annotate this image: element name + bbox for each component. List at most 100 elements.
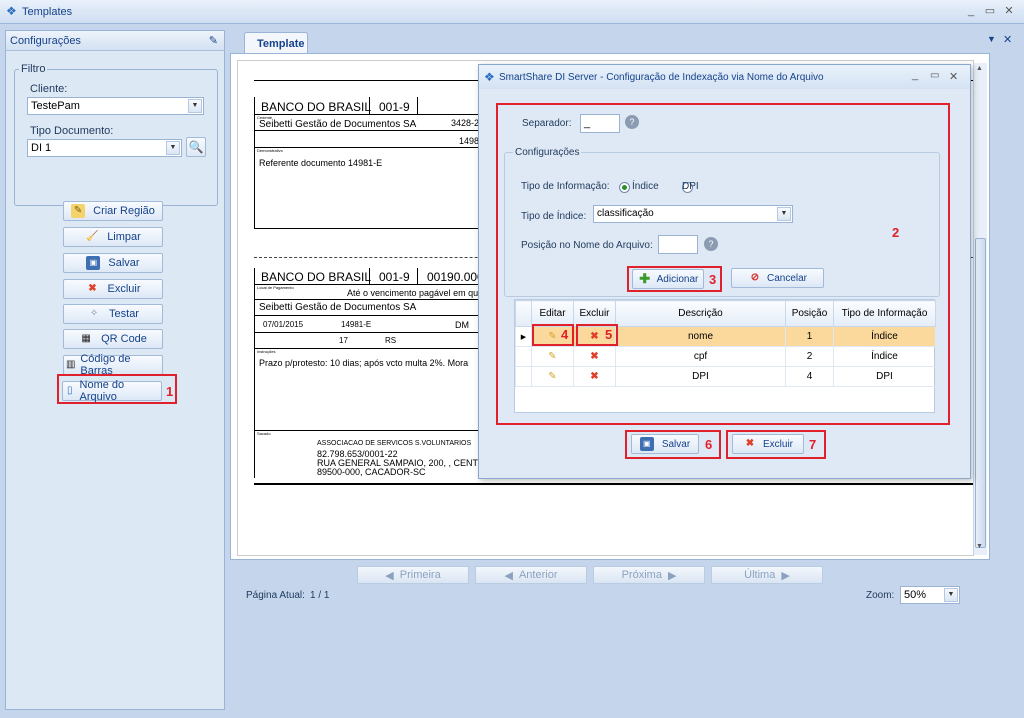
qr-code-button[interactable]: ▦ QR Code	[63, 329, 163, 349]
barcode-button[interactable]: ▥ Código de Barras	[63, 353, 163, 377]
client-select[interactable]: TestePam ▼	[27, 97, 204, 115]
index-type-select[interactable]: classificação ▼	[593, 205, 793, 223]
index-type-value: classificação	[597, 208, 654, 219]
delete-row-button[interactable]: ✖	[573, 346, 616, 367]
magic-wand-icon: ✧	[89, 308, 99, 319]
config-panel-title: Configurações	[10, 35, 81, 47]
row-selector	[515, 366, 532, 387]
dialog-maximize-button[interactable]: ▭	[930, 70, 939, 81]
separator-help-icon[interactable]: ?	[625, 115, 639, 129]
save-label: Salvar	[108, 257, 140, 269]
cancel-button[interactable]: ⊘ Cancelar	[731, 268, 824, 288]
tabs-menu-icon[interactable]: ▼	[987, 34, 996, 44]
doctype-select[interactable]: DI 1 ▼	[27, 139, 182, 157]
grid-header-delete[interactable]: Excluir	[573, 300, 616, 327]
scroll-down-icon[interactable]: ▼	[976, 543, 983, 550]
grid-header-position[interactable]: Posição	[785, 300, 834, 327]
clear-button[interactable]: 🧹 Limpar	[63, 227, 163, 247]
callout-7: 7	[809, 437, 817, 452]
close-tab-icon[interactable]: ✕	[1003, 33, 1012, 46]
filename-label: Nome do Arquivo	[79, 379, 125, 403]
row-selector	[515, 346, 532, 367]
table-row[interactable]: ✎ ✖ DPI 4 DPI	[515, 366, 936, 387]
radio-index[interactable]	[619, 181, 630, 193]
dialog-delete-label: Excluir	[762, 438, 793, 450]
instructions-label: Instruções	[257, 349, 276, 354]
separator-input[interactable]: _	[580, 114, 620, 133]
row-position: 1	[785, 326, 834, 347]
dialog-save-button[interactable]: ▣ Salvar	[631, 434, 699, 454]
radio-dpi-label: DPI	[682, 181, 699, 192]
position-label: Posição no Nome do Arquivo:	[521, 240, 653, 251]
test-button[interactable]: ✧ Testar	[63, 304, 163, 324]
close-button[interactable]: ✕	[1002, 4, 1016, 18]
dialog-delete-button[interactable]: ✖ Excluir	[732, 434, 804, 454]
next-page-button[interactable]: Próxima ▶	[593, 566, 705, 584]
scrollbar-thumb[interactable]	[975, 238, 986, 548]
plus-icon: ✚	[639, 271, 651, 286]
minimize-button[interactable]: _	[964, 4, 978, 18]
add-button[interactable]: ✚ Adicionar	[632, 269, 704, 289]
row-selector-icon: ▶	[515, 326, 532, 347]
position-help-icon[interactable]: ?	[704, 237, 718, 251]
description-label: Demonstrativo	[257, 148, 283, 153]
callout-4: 4	[561, 327, 569, 342]
delete-x-icon: ✖	[745, 438, 755, 449]
client-select-value: TestePam	[31, 100, 80, 112]
edit-row-button[interactable]: ✎	[531, 366, 574, 387]
document-icon: ▯	[67, 385, 73, 396]
search-icon: 🔍	[188, 140, 204, 154]
delete-label: Excluir	[107, 283, 141, 295]
search-doctype-button[interactable]: 🔍	[186, 137, 206, 157]
row-position: 2	[785, 346, 834, 367]
first-page-button[interactable]: ◀ Primeira	[357, 566, 469, 584]
boleto-2-rule-2	[255, 299, 485, 300]
zoom-select[interactable]: 50% ▼	[900, 586, 960, 604]
zoom-select-value: 50%	[904, 589, 927, 601]
callout-3: 3	[709, 272, 717, 287]
save-button[interactable]: ▣ Salvar	[63, 253, 163, 273]
vertical-scrollbar[interactable]: ▲ ▼	[973, 63, 987, 555]
grid-header-edit[interactable]: Editar	[531, 300, 574, 327]
window-title: Templates	[22, 6, 73, 18]
grid-header-description[interactable]: Descrição	[615, 300, 786, 327]
last-page-button[interactable]: Última ▶	[711, 566, 823, 584]
previous-page-button[interactable]: ◀ Anterior	[475, 566, 587, 584]
chevron-down-icon[interactable]: ▼	[188, 99, 202, 113]
test-label: Testar	[109, 308, 139, 320]
position-input[interactable]	[658, 235, 698, 254]
dialog-titlebar: ❖ SmartShare DI Server - Configuração de…	[479, 65, 970, 89]
qr-code-label: QR Code	[101, 333, 147, 345]
row-info-type: DPI	[833, 366, 936, 387]
index-type-label: Tipo de Índice:	[521, 211, 587, 222]
dialog-close-button[interactable]: ✕	[949, 70, 958, 83]
chevron-down-icon[interactable]: ▼	[777, 207, 791, 221]
filename-button[interactable]: ▯ Nome do Arquivo	[62, 379, 162, 403]
add-button-label: Adicionar	[656, 273, 699, 285]
grid-header-info-type[interactable]: Tipo de Informação	[833, 300, 936, 327]
delete-row-button[interactable]: ✖	[573, 366, 616, 387]
chevron-down-icon[interactable]: ▼	[944, 588, 958, 602]
row-position: 4	[785, 366, 834, 387]
boleto-1-row-rule	[255, 114, 485, 115]
pin-icon[interactable]: ✎	[209, 34, 218, 47]
payee-1: Seibetti Gestão de Documentos SA	[259, 119, 417, 130]
boleto-2-rule-3	[255, 315, 485, 316]
table-row[interactable]: ✎ ✖ cpf 2 Índice	[515, 346, 936, 367]
delete-x-icon: ✖	[590, 351, 599, 362]
doctype-label: Tipo Documento:	[30, 125, 114, 137]
previous-page-label: Anterior	[518, 569, 558, 581]
delete-button[interactable]: ✖ Excluir	[63, 279, 163, 299]
boleto-2-rule-4	[255, 332, 485, 333]
last-page-label: Última	[744, 569, 776, 581]
tab-template[interactable]: Template	[244, 32, 308, 54]
pencil-icon: ✎	[548, 351, 557, 362]
chevron-down-icon[interactable]: ▼	[166, 141, 180, 155]
scroll-up-icon[interactable]: ▲	[976, 65, 983, 72]
bank-divider-2	[417, 97, 418, 115]
create-region-button[interactable]: ✎ Criar Região	[63, 201, 163, 221]
first-arrow-icon: ◀	[385, 569, 394, 582]
dialog-minimize-button[interactable]: _	[912, 69, 918, 81]
edit-row-button[interactable]: ✎	[531, 346, 574, 367]
maximize-button[interactable]: ▭	[983, 4, 997, 18]
